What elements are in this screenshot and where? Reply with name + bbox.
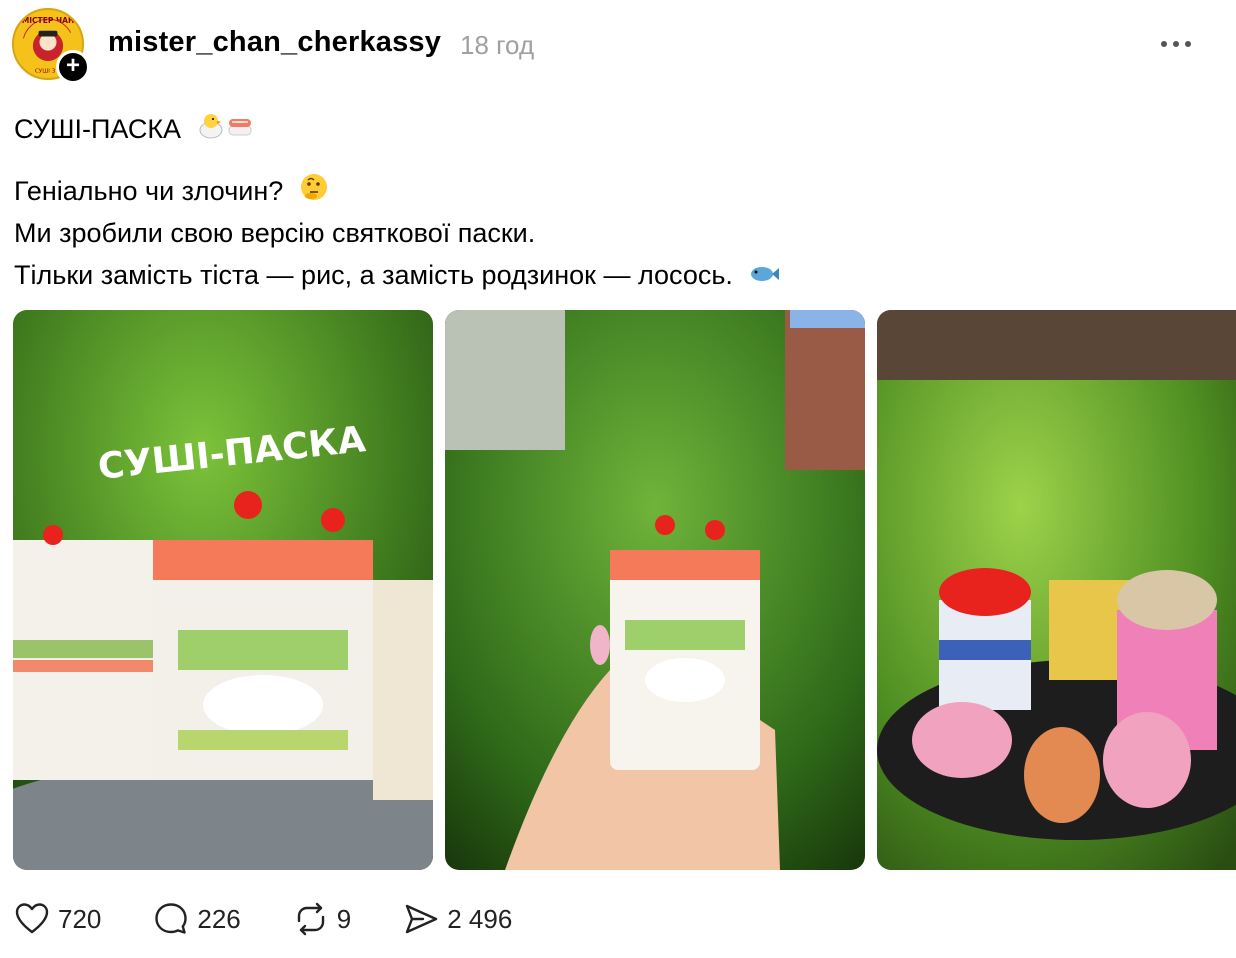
comment-icon (155, 903, 188, 934)
post-header: МІСТЕР ЧАН СУШІ З С + mister_chan_cherka… (0, 0, 1236, 90)
comment-button[interactable]: 226 (153, 901, 241, 937)
like-count: 720 (58, 903, 102, 934)
thinking-face-emoji-icon (299, 172, 329, 214)
post-actions: 720 226 9 2 496 (14, 898, 564, 940)
caption-line-3: Тільки замість тіста — рис, а замість ро… (14, 254, 780, 296)
post-image-1[interactable]: СУШІ-ПАСКА (13, 310, 433, 870)
share-icon (406, 904, 438, 934)
heart-icon (15, 903, 49, 934)
follow-plus-icon[interactable]: + (56, 50, 90, 84)
comment-count: 226 (197, 903, 241, 934)
timestamp: 18 год (460, 30, 535, 60)
post-caption: СУШІ-ПАСКА Геніально чи злочин? Ми зроби… (14, 108, 780, 296)
share-button[interactable]: 2 496 (403, 901, 512, 937)
svg-text:МІСТЕР ЧАН: МІСТЕР ЧАН (22, 16, 75, 25)
caption-line-1: Геніально чи злочин? (14, 170, 780, 212)
hatching-chick-sushi-emoji-icon (197, 110, 255, 152)
like-button[interactable]: 720 (14, 901, 101, 937)
share-count: 2 496 (447, 903, 513, 934)
caption-line-2: Ми зробили свою версію святкової паски. (14, 218, 536, 248)
caption-title: СУШІ-ПАСКА (14, 114, 182, 144)
repost-count: 9 (336, 903, 352, 934)
caption-line-3-text: Тільки замість тіста — рис, а замість ро… (14, 260, 733, 290)
more-icon[interactable] (1154, 30, 1198, 58)
caption-title-line: СУШІ-ПАСКА (14, 108, 780, 150)
caption-line-1-text: Геніально чи злочин? (14, 176, 284, 206)
fish-emoji-icon (748, 256, 780, 298)
repost-icon (297, 902, 324, 936)
repost-button[interactable]: 9 (293, 901, 351, 937)
username[interactable]: mister_chan_cherkassy (108, 26, 441, 59)
post-image-2[interactable] (445, 310, 865, 870)
post-image-3[interactable] (877, 310, 1236, 870)
